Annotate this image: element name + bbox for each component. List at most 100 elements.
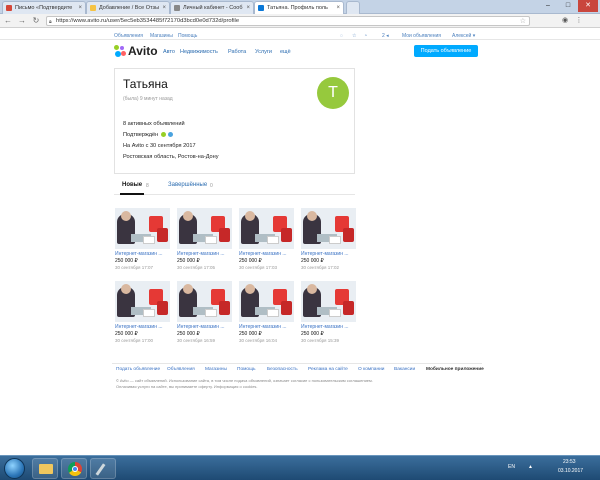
ad-thumbnail[interactable] [115, 281, 170, 322]
footer-link-about[interactable]: О компании [358, 367, 384, 372]
ad-thumbnail[interactable] [115, 208, 170, 249]
nav-services[interactable]: Услуги [255, 49, 272, 55]
user-menu[interactable]: Алексей ▾ [452, 33, 475, 39]
ad-thumbnail[interactable] [239, 281, 294, 322]
language-indicator[interactable]: EN [508, 464, 515, 470]
start-button[interactable] [4, 458, 25, 479]
copyright-line-2: Оплачивая услуги на сайте, вы принимаете… [116, 384, 258, 389]
site-header: Avito Авто Недвижимость Работа Услуги ещ… [0, 40, 600, 62]
forward-arrow-icon[interactable]: → [17, 16, 27, 26]
tab-finished[interactable]: Завершённые [168, 182, 207, 188]
back-arrow-icon[interactable]: ← [3, 16, 13, 26]
address-bar[interactable]: 🔒︎ https://www.avito.ru/user/5ec5eb35344… [46, 16, 530, 26]
footer-link-jobs[interactable]: Вакансии [394, 367, 415, 372]
ads-tabs: Новые 8 Завершённые 0 [114, 178, 355, 195]
ad-title[interactable]: Интернет-магазин ... [115, 251, 163, 257]
close-tab-icon[interactable]: × [78, 2, 82, 14]
utility-bar: Объявления Магазины Помощь ◌ ☆ ◔ 2 ◂ Мои… [0, 31, 600, 40]
close-tab-icon[interactable]: × [336, 2, 340, 14]
footer-link-shops[interactable]: Магазины [205, 367, 227, 372]
browser-tab-label: Письмо «Подтвердите [15, 5, 73, 11]
bell-icon[interactable]: ◔ [364, 33, 367, 39]
ad-price: 250 000 ₽ [301, 258, 324, 264]
browser-tab-4-active[interactable]: Татьяна. Профиль поль × [254, 1, 344, 14]
ad-thumbnail[interactable] [239, 208, 294, 249]
close-tab-icon[interactable]: × [162, 2, 166, 14]
footer-link-post[interactable]: Подать объявление [116, 367, 160, 372]
ad-title[interactable]: Интернет-магазин ... [115, 324, 163, 330]
close-window-button[interactable]: ✕ [578, 0, 598, 12]
reload-icon[interactable]: ↻ [31, 16, 41, 26]
extension-icon[interactable]: ◉ [560, 16, 570, 26]
active-tab-indicator [120, 193, 144, 195]
close-tab-icon[interactable]: × [246, 2, 250, 14]
copyright-line-1: © Avito — сайт объявлений. Использование… [116, 378, 373, 383]
ad-thumbnail[interactable] [301, 281, 356, 322]
active-ads-count[interactable]: 8 активных объявлений [123, 121, 185, 127]
avito-favicon-icon [258, 5, 264, 11]
util-link-help[interactable]: Помощь [178, 33, 197, 39]
footer-link-safety[interactable]: Безопасность [267, 367, 298, 372]
ad-title[interactable]: Интернет-магазин ... [301, 251, 349, 257]
chrome-icon[interactable] [61, 458, 87, 479]
tray-flag-icon[interactable]: ▲ [528, 464, 533, 470]
post-ad-button[interactable]: Подать объявление [414, 45, 478, 57]
ad-date: 30 сентября 15:39 [301, 338, 339, 343]
profile-name: Татьяна [123, 77, 168, 91]
bookmark-star-icon[interactable]: ☆ [520, 17, 526, 26]
location: Ростовская область, Ростов-на-Дону [123, 154, 219, 160]
ad-price: 250 000 ₽ [301, 331, 324, 337]
nav-more[interactable]: ещё [280, 49, 291, 55]
ad-title[interactable]: Интернет-магазин ... [239, 251, 287, 257]
ad-price: 250 000 ₽ [177, 258, 200, 264]
phone-verified-icon [160, 132, 166, 138]
browser-tab-label: Татьяна. Профиль поль [267, 5, 328, 11]
notifications-count[interactable]: 2 ◂ [382, 33, 389, 39]
confirmed-status: Подтверждён [123, 132, 174, 138]
favorites-icon[interactable]: ☆ [352, 33, 356, 39]
ad-thumbnail[interactable] [177, 208, 232, 249]
email-verified-icon [168, 132, 174, 138]
ad-title[interactable]: Интернет-магазин ... [177, 251, 225, 257]
browser-tab-label: Личный кабинет - Сооб [183, 5, 243, 11]
clock-date[interactable]: 03.10.2017 [558, 468, 583, 474]
nav-realty[interactable]: Недвижимость [180, 49, 218, 55]
clock-time[interactable]: 23:53 [563, 459, 576, 465]
browser-toolbar: ← → ↻ 🔒︎ https://www.avito.ru/user/5ec5e… [0, 14, 600, 28]
ad-title[interactable]: Интернет-магазин ... [177, 324, 225, 330]
minimize-button[interactable]: – [538, 0, 558, 12]
footer-link-ads[interactable]: Объявления [167, 367, 195, 372]
browser-tab-3[interactable]: Личный кабинет - Сооб × [170, 1, 254, 14]
footer-link-mobile-app[interactable]: Мобильное приложение [426, 367, 484, 372]
ad-title[interactable]: Интернет-магазин ... [301, 324, 349, 330]
ad-thumbnail[interactable] [177, 281, 232, 322]
new-tab-button[interactable] [346, 1, 360, 14]
footer-link-help[interactable]: Помощь [237, 367, 256, 372]
util-link-ads[interactable]: Объявления [114, 33, 143, 39]
site-favicon-icon [174, 5, 180, 11]
browser-tab-label: Добавление / Все Отзы [99, 5, 160, 11]
folder-icon[interactable] [32, 458, 58, 479]
nav-auto[interactable]: Авто [163, 49, 175, 55]
ad-date: 30 сентября 16:59 [177, 338, 215, 343]
profile-card: Татьяна (была) 9 минут назад Т 8 активны… [114, 68, 355, 174]
footer-link-ads-on-site[interactable]: Реклама на сайте [308, 367, 348, 372]
avito-logo[interactable]: Avito [114, 43, 158, 59]
browser-menu-icon[interactable]: ⋮ [574, 16, 584, 26]
chat-icon[interactable]: ◌ [340, 33, 343, 39]
nav-jobs[interactable]: Работа [228, 49, 246, 55]
tab-new[interactable]: Новые [122, 182, 142, 188]
ad-date: 30 сентября 17:02 [301, 265, 339, 270]
confirmed-label: Подтверждён [123, 132, 159, 138]
util-link-shops[interactable]: Магазины [150, 33, 173, 39]
tab-new-count: 8 [146, 183, 149, 189]
browser-tab-strip: Письмо «Подтвердите × Добавление / Все О… [0, 0, 600, 14]
browser-tab-2[interactable]: Добавление / Все Отзы × [86, 1, 170, 14]
my-ads-link[interactable]: Мои объявления [402, 33, 441, 39]
tool-icon[interactable] [90, 458, 116, 479]
ad-price: 250 000 ₽ [115, 258, 138, 264]
browser-tab-1[interactable]: Письмо «Подтвердите × [2, 1, 86, 14]
maximize-button[interactable]: □ [558, 0, 578, 12]
ad-thumbnail[interactable] [301, 208, 356, 249]
ad-title[interactable]: Интернет-магазин ... [239, 324, 287, 330]
